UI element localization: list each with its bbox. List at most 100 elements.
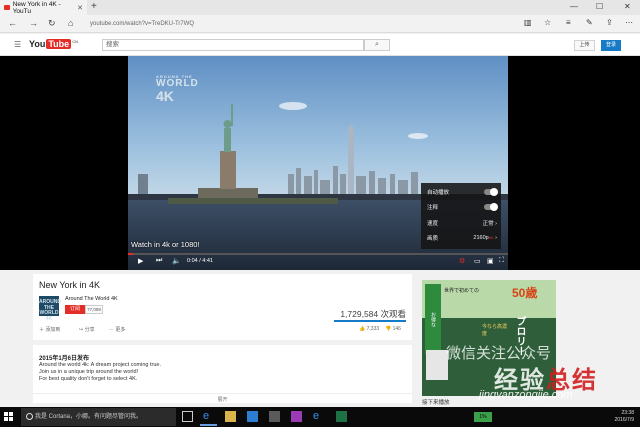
video-title: New York in 4K — [39, 280, 101, 290]
close-window-button[interactable]: ✕ — [624, 2, 631, 11]
reading-view-icon[interactable]: ▥ — [524, 18, 532, 27]
description-line: Around the world 4k: A dream project com… — [39, 362, 161, 368]
favorite-star-icon[interactable]: ☆ — [544, 18, 551, 27]
search-button[interactable]: ⌕ — [364, 39, 390, 51]
player-settings-menu: 自动播放 注释 速度 正常 › 画质 2160p4K › — [421, 183, 501, 249]
up-next-label: 接下来播放 — [422, 400, 450, 406]
maximize-button[interactable]: ☐ — [596, 2, 603, 11]
cortana-search-box[interactable]: 我是 Cortana，小娜。有问题尽管问我。 — [21, 408, 176, 426]
speed-value: 正常 — [482, 221, 494, 227]
more-actions-button[interactable]: ⋯ 更多 — [109, 326, 125, 333]
taskbar-clock[interactable]: 23:38 2016/7/9 — [615, 410, 634, 424]
edge-browser-icon[interactable]: e — [200, 411, 217, 426]
youtube-logo[interactable]: You Tube CN — [29, 39, 78, 49]
share-icon[interactable]: ⇪ — [606, 18, 613, 27]
url-field[interactable]: youtube.com/watch?v=TreDKU-Tr7WQ — [90, 18, 194, 30]
description-card: 2015年1月6日发布 Around the world 4k: A dream… — [33, 345, 412, 403]
hub-icon[interactable]: ≡ — [566, 18, 571, 27]
youtube-header: ☰ You Tube CN 搜索 ⌕ 上传 登录 — [0, 34, 640, 56]
minimize-button[interactable]: — — [570, 2, 578, 11]
youtube-favicon-icon — [4, 5, 10, 10]
time-display: 0:04 / 4:41 — [187, 258, 213, 264]
autoplay-row[interactable]: 自动播放 — [427, 188, 498, 196]
browser-tab[interactable]: New York in 4K - YouTu ✕ — [0, 0, 87, 15]
view-count: 1,729,584 次观看 — [340, 309, 406, 319]
clock-date: 2016/7/9 — [614, 417, 634, 423]
chevron-right-icon: › — [495, 235, 497, 241]
subscribe-button[interactable]: 订阅 — [65, 305, 85, 314]
speed-row[interactable]: 速度 正常 › — [427, 219, 497, 227]
ad-text-1: 世界で初めての — [444, 288, 480, 294]
close-tab-icon[interactable]: ✕ — [77, 4, 83, 12]
like-ratio-bar — [334, 320, 406, 322]
speed-label: 速度 — [427, 221, 439, 227]
address-bar-row: ← → ↻ ⌂ youtube.com/watch?v=TreDKU-Tr7WQ… — [0, 15, 640, 33]
web-note-icon[interactable]: ✎ — [586, 18, 593, 27]
share-button[interactable]: ↪ 分享 — [79, 326, 95, 333]
video-brand-overlay: AROUND THE WORLD 4K — [156, 75, 199, 104]
fullscreen-icon[interactable]: ⛶ — [499, 257, 504, 265]
ad-product-image — [426, 350, 448, 380]
more-icon[interactable]: ⋯ — [625, 18, 633, 27]
cast-icon[interactable]: ▣ — [487, 257, 494, 265]
add-to-label: 添加到 — [45, 327, 61, 333]
onenote-icon[interactable] — [291, 411, 302, 422]
play-icon[interactable]: ▶ — [138, 257, 143, 265]
description-line: For best quality don't forget to select … — [39, 376, 138, 382]
guide-menu-icon[interactable]: ☰ — [14, 40, 21, 49]
more-label: 更多 — [115, 327, 126, 333]
dislike-button[interactable]: 👎 146 — [385, 326, 401, 332]
cortana-placeholder: 我是 Cortana，小娜。有问题尽管问我。 — [35, 414, 143, 420]
back-icon[interactable]: ← — [8, 18, 17, 28]
new-tab-button[interactable]: + — [91, 1, 97, 12]
excel-icon[interactable] — [336, 411, 347, 422]
ad-headline: 50歳 — [512, 286, 538, 300]
annotations-label: 注释 — [427, 205, 439, 211]
add-to-button[interactable]: ＋ 添加到 — [39, 326, 60, 333]
publish-date: 2015年1月6日发布 — [39, 356, 90, 362]
upload-button[interactable]: 上传 — [574, 40, 595, 51]
volume-icon[interactable]: 🔈 — [172, 257, 181, 265]
store-icon[interactable] — [247, 411, 258, 422]
theater-mode-icon[interactable]: ▭ — [474, 257, 481, 265]
signin-button[interactable]: 登录 — [601, 40, 621, 51]
chevron-right-icon: › — [495, 221, 497, 227]
watermark-line-3: jingyanzongjie.com — [479, 389, 573, 401]
ad-text-2: 今なら高濃度 — [482, 324, 508, 337]
quality-badge: 4K — [488, 235, 494, 240]
autoplay-label: 自动播放 — [427, 190, 450, 196]
tab-title: New York in 4K - YouTu — [12, 0, 61, 15]
forward-icon[interactable]: → — [29, 18, 38, 28]
like-count: 7,333 — [366, 326, 380, 332]
annotations-toggle[interactable] — [484, 203, 498, 211]
show-more-button[interactable]: 展开 — [33, 393, 412, 403]
annotations-row[interactable]: 注释 — [427, 203, 498, 211]
next-icon[interactable]: ⏭ — [156, 257, 162, 265]
thumbs-up-icon: 👍 — [359, 326, 366, 332]
player-controls: ▶ ⏭ 🔈 0:04 / 4:41 ⚙ ▭ ▣ ⛶ — [128, 255, 508, 269]
thumbs-down-icon: 👎 — [385, 326, 392, 332]
autoplay-toggle[interactable] — [484, 188, 498, 196]
search-icon: ⌕ — [375, 41, 379, 48]
ad-green-banner: お得な — [425, 284, 441, 354]
file-explorer-icon[interactable] — [225, 411, 236, 422]
battery-indicator[interactable]: 1% — [474, 412, 492, 422]
channel-name[interactable]: Around The World 4K — [65, 296, 118, 302]
quality-value: 2160p — [473, 235, 489, 241]
settings-gear-icon[interactable]: ⚙ — [459, 257, 465, 265]
refresh-icon[interactable]: ↻ — [48, 18, 56, 29]
quality-row[interactable]: 画质 2160p4K › — [427, 234, 497, 242]
search-input[interactable]: 搜索 — [102, 39, 364, 51]
ie-icon[interactable]: e — [313, 411, 324, 422]
quality-label: 画质 — [427, 236, 439, 242]
settings-app-icon[interactable] — [269, 411, 280, 422]
like-button[interactable]: 👍 7,333 — [359, 326, 379, 332]
windows-taskbar: 我是 Cortana，小娜。有问题尽管问我。 e e 1% 23:38 2016… — [0, 407, 640, 427]
quality-value-group: 2160p4K › — [473, 235, 497, 241]
task-view-icon[interactable] — [182, 411, 193, 422]
home-icon[interactable]: ⌂ — [68, 18, 73, 28]
channel-avatar[interactable]: AROUND THE WORLD 4K — [39, 296, 61, 321]
speed-value-group: 正常 › — [483, 219, 497, 227]
clock-time: 23:38 — [621, 410, 634, 416]
windows-start-icon[interactable] — [4, 412, 14, 422]
